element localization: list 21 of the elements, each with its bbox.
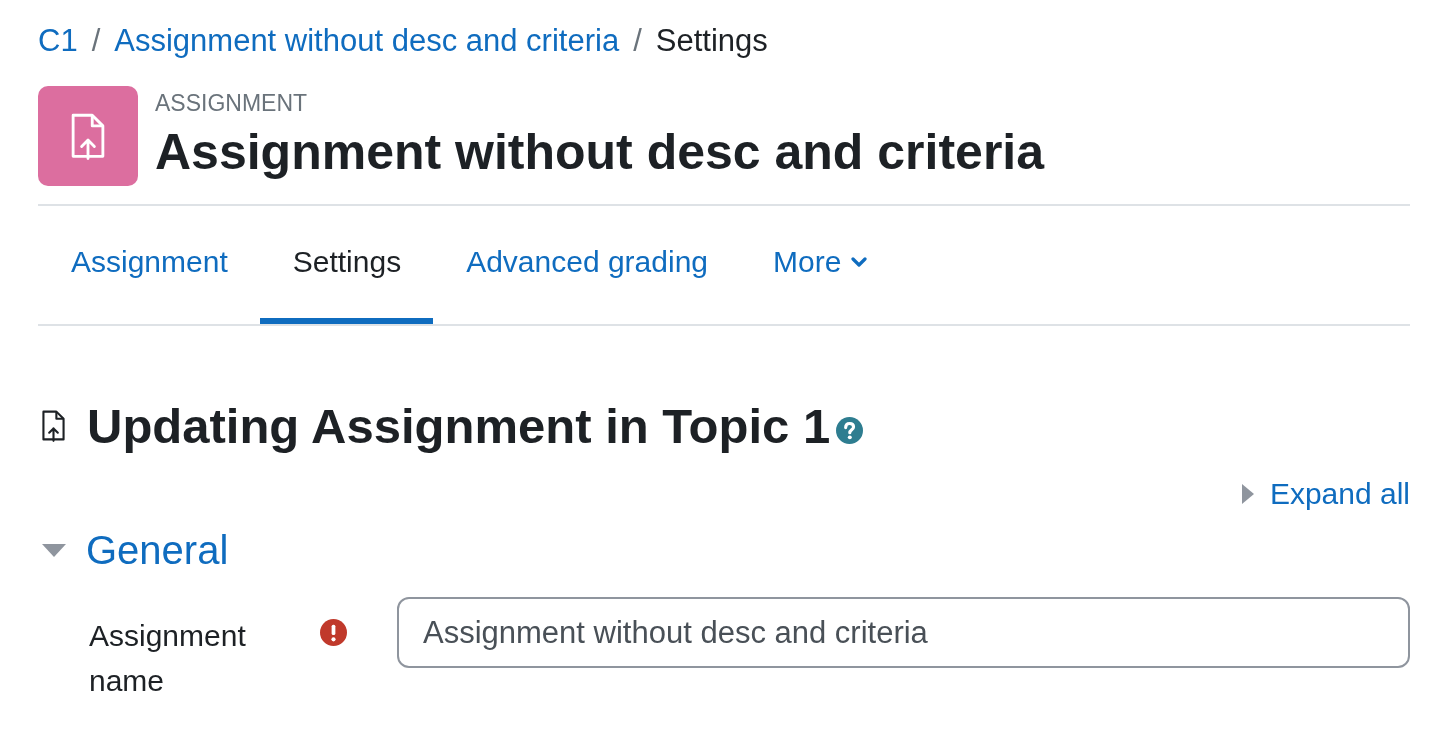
document-upload-icon — [42, 410, 65, 442]
activity-type-label: ASSIGNMENT — [155, 90, 309, 116]
document-upload-icon — [38, 86, 138, 186]
nav-tab[interactable]: Advanced grading — [433, 206, 740, 324]
nav-tab[interactable]: Assignment — [38, 206, 260, 324]
section-title-link[interactable]: General — [38, 526, 1410, 574]
more-menu-tab[interactable]: More — [740, 206, 900, 324]
page-heading: Updating Assignment in Topic 1 — [87, 398, 831, 454]
breadcrumb-separator: / — [633, 22, 642, 60]
nav-tab[interactable]: Settings — [259, 206, 434, 324]
triangle-right-icon — [1241, 484, 1254, 504]
expand-all-link[interactable]: Expand all — [1241, 474, 1410, 514]
page-title: Assignment without desc and criteria — [155, 123, 1045, 181]
text-input[interactable]: Assignment without desc and criteria — [397, 597, 1410, 668]
field-label: Assignment name — [89, 618, 247, 699]
help-icon[interactable] — [836, 416, 864, 444]
breadcrumb-link[interactable]: C1 — [38, 21, 78, 61]
caret-down-icon — [851, 257, 868, 267]
breadcrumb-separator: / — [91, 22, 101, 60]
breadcrumb-current: Settings — [655, 22, 768, 60]
breadcrumb-link[interactable]: Assignment without desc and criteria — [114, 21, 620, 61]
